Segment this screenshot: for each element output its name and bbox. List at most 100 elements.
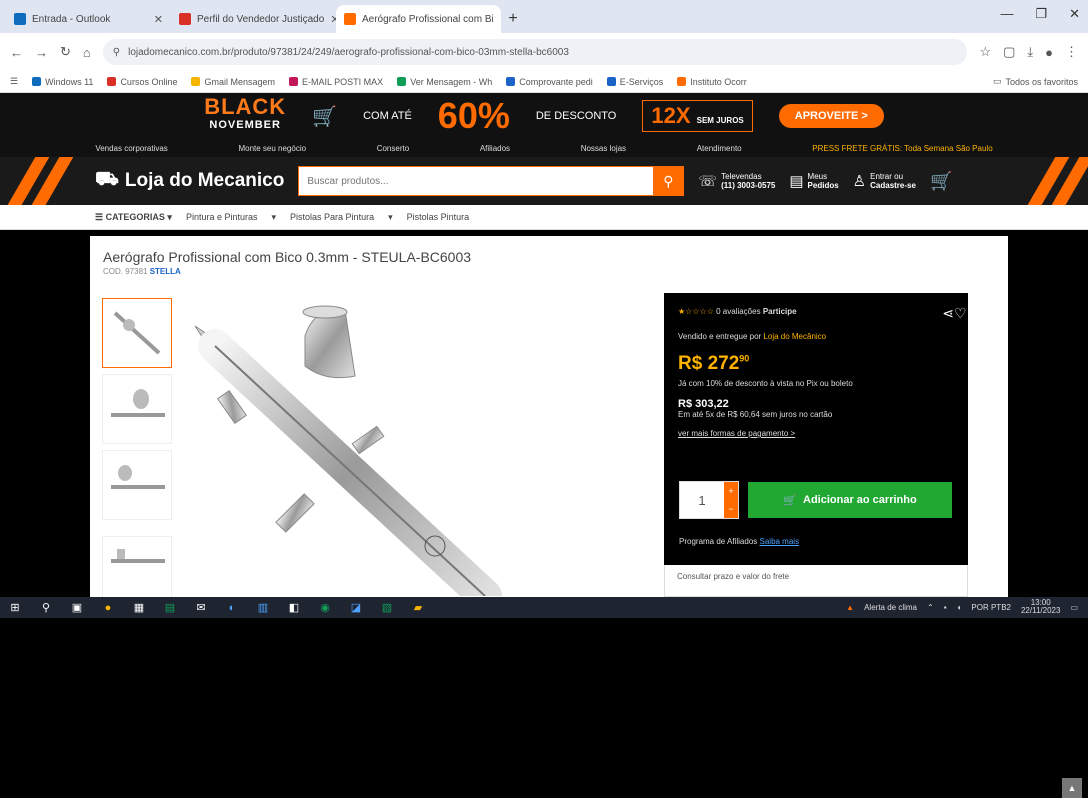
quantity-value[interactable]: 1 <box>680 482 724 518</box>
download-icon[interactable]: ⤓ <box>1027 44 1033 60</box>
bookmark[interactable]: Ver Mensagem - Wh <box>397 77 492 87</box>
windows-start-icon[interactable]: ⊞ <box>8 601 22 615</box>
menu-icon[interactable]: ⋮ <box>1065 44 1078 60</box>
minimize-icon[interactable]: — <box>1000 6 1013 22</box>
quantity-stepper[interactable]: 1 + − <box>679 481 739 519</box>
topnav-link[interactable]: Nossas lojas <box>581 144 626 153</box>
search-button[interactable]: ⚲ <box>653 166 684 196</box>
cart-link[interactable]: 🛒 <box>930 172 952 190</box>
whatsapp-icon[interactable]: ◉ <box>318 601 332 615</box>
bookmark[interactable]: E-MAIL POSTI MAX <box>289 77 383 87</box>
apps-icon[interactable]: ☰ <box>10 76 18 87</box>
edge-icon[interactable]: ◐ <box>225 601 239 615</box>
app-icon[interactable]: ◧ <box>287 601 301 615</box>
close-tab-icon[interactable]: ✕ <box>154 13 163 26</box>
notification-icon[interactable]: ▭ <box>1070 603 1078 612</box>
seller-link[interactable]: Loja do Mecânico <box>763 332 826 341</box>
phone-info[interactable]: ☏ Televendas (11) 3003-0575 <box>698 172 775 190</box>
topnav-link[interactable]: Atendimento <box>697 144 742 153</box>
scroll-top-button[interactable]: ▲ <box>1062 778 1082 798</box>
orders-icon: ▤ <box>789 172 804 190</box>
tray-expand-icon[interactable]: ⌃ <box>927 603 934 612</box>
breadcrumb-item[interactable]: Pintura e Pinturas <box>186 212 258 222</box>
categories-menu[interactable]: ☰ CATEGORIAS ▾ <box>95 212 172 223</box>
brand-link[interactable]: STELLA <box>150 267 181 276</box>
heart-icon[interactable]: ♡ <box>954 305 968 322</box>
promo-cta-button[interactable]: APROVEITE > <box>778 104 884 128</box>
bookmark-label: E-Serviços <box>619 76 664 87</box>
store-favicon-icon <box>344 13 356 25</box>
affiliates-link[interactable]: Saiba mais <box>760 537 800 546</box>
product-thumbnail[interactable] <box>102 450 172 520</box>
payment-options-link[interactable]: ver mais formas de pagamento > <box>678 429 954 438</box>
add-to-cart-button[interactable]: 🛒 Adicionar ao carrinho <box>748 482 952 518</box>
url-field[interactable]: ⚲ lojadomecanico.com.br/produto/97381/24… <box>102 39 968 65</box>
volume-icon[interactable]: ◖ <box>957 603 962 612</box>
system-tray: ▲ Alerta de clima ⌃ ▪ ◖ POR PTB2 13:00 22… <box>846 599 1078 615</box>
logo-text: Loja do Mecanico <box>124 170 285 191</box>
topnav-promo-link[interactable]: PRESS FRETE GRÁTIS: Toda Semana São Paul… <box>812 144 992 153</box>
forward-icon[interactable]: → <box>35 45 48 60</box>
account-link[interactable]: ♙ Entrar ou Cadastre-se <box>853 172 916 190</box>
excel-icon[interactable]: ▤ <box>163 601 177 615</box>
reload-icon[interactable]: ↻ <box>60 44 71 60</box>
browser-tab[interactable]: Entrada - Outlook ✕ <box>6 5 171 33</box>
site-info-icon[interactable]: ⚲ <box>113 47 120 58</box>
product-thumbnail[interactable] <box>102 374 172 444</box>
topnav-link[interactable]: Monte seu negócio <box>238 144 306 153</box>
increment-icon[interactable]: + <box>728 486 733 496</box>
new-tab-button[interactable]: + <box>501 5 525 33</box>
outlook-icon[interactable]: ◪ <box>349 601 363 615</box>
bookmark-favicon-icon <box>289 77 298 86</box>
product-thumbnail[interactable] <box>102 536 172 606</box>
sidebar-icon[interactable]: ▢ <box>1003 44 1015 60</box>
task-view-icon[interactable]: ▣ <box>70 601 84 615</box>
rating-link[interactable]: Participe <box>763 307 797 316</box>
site-logo[interactable]: ⛟ Loja do Mecanico <box>95 169 284 193</box>
all-bookmarks[interactable]: ▭ Todos os favoritos <box>993 76 1078 87</box>
bookmark[interactable]: Gmail Mensagem <box>191 77 275 87</box>
breadcrumb-item[interactable]: Pistolas Para Pintura <box>290 212 374 222</box>
bookmark[interactable]: Comprovante pedi <box>506 77 593 87</box>
breadcrumb-item[interactable]: Pistolas Pintura <box>407 212 470 222</box>
weather-alert[interactable]: Alerta de clima <box>864 603 917 612</box>
explorer-icon[interactable]: ▰ <box>411 601 425 615</box>
back-icon[interactable]: ← <box>10 45 23 60</box>
network-icon[interactable]: ▪ <box>944 603 947 612</box>
orders-link[interactable]: ▤ Meus Pedidos <box>789 172 838 190</box>
tab-title: Perfil do Vendedor Justiçado <box>197 13 325 25</box>
black-november-banner[interactable]: BLACK NOVEMBER 🛒 COM ATÉ 60% DE DESCONTO … <box>0 93 1088 139</box>
topnav-link[interactable]: Vendas corporativas <box>95 144 168 153</box>
browser-tab-active[interactable]: Aerógrafo Profissional com Bi ✕ <box>336 5 501 33</box>
topnav-link[interactable]: Afiliados <box>480 144 510 153</box>
bookmark[interactable]: E-Serviços <box>606 76 664 87</box>
bookmark-label: Windows 11 <box>45 76 94 87</box>
mail-icon[interactable]: ✉ <box>194 601 208 615</box>
sheets-icon[interactable]: ▧ <box>380 601 394 615</box>
product-main-image[interactable] <box>185 296 605 596</box>
maximize-icon[interactable]: ❐ <box>1035 6 1047 22</box>
browser-tab[interactable]: Perfil do Vendedor Justiçado ✕ <box>171 5 336 33</box>
home-icon[interactable]: ⌂ <box>83 45 91 60</box>
add-to-cart-label: Adicionar ao carrinho <box>803 494 917 506</box>
bookmark[interactable]: Windows 11 <box>32 77 93 87</box>
window-controls: — ❐ ✕ <box>1000 6 1080 22</box>
profile-icon[interactable]: ● <box>1045 45 1053 60</box>
close-window-icon[interactable]: ✕ <box>1069 6 1080 22</box>
topnav-link[interactable]: Conserto <box>377 144 409 153</box>
bookmark[interactable]: Cursos Online <box>107 77 177 87</box>
shipping-calculator[interactable]: Consultar prazo e valor do frete <box>664 565 968 597</box>
decrement-icon[interactable]: − <box>728 504 733 514</box>
product-thumbnail[interactable] <box>102 298 172 368</box>
search-icon[interactable]: ⚲ <box>39 601 53 615</box>
clock[interactable]: 13:00 22/11/2023 <box>1021 599 1060 615</box>
search-input[interactable] <box>299 167 654 195</box>
chrome-icon[interactable]: ● <box>101 601 115 615</box>
share-icon[interactable]: ⋖ <box>942 305 954 322</box>
word-icon[interactable]: ▥ <box>256 601 270 615</box>
bookmark[interactable]: Instituto Ocorr <box>677 77 747 87</box>
language-indicator[interactable]: POR PTB2 <box>971 603 1011 612</box>
star-icon[interactable]: ☆ <box>979 44 991 60</box>
store-icon[interactable]: ▦ <box>132 601 146 615</box>
rating-stars-icon[interactable]: ★☆☆☆☆ <box>678 307 714 316</box>
